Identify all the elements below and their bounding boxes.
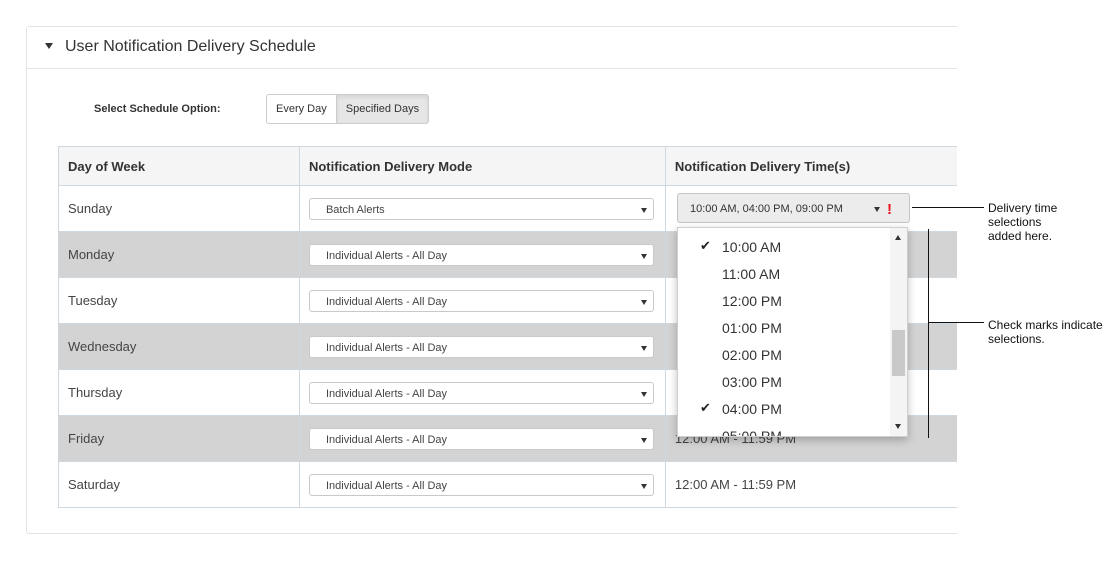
mode-select[interactable]: Individual Alerts - All Day [308,289,654,312]
mode-select[interactable]: Individual Alerts - All Day [308,473,654,496]
time-cell: 12:00 AM - 11:59 PM [664,461,969,508]
delivery-time-select[interactable]: 10:00 AM, 04:00 PM, 09:00 PM ! [677,193,910,223]
chevron-down-icon [640,345,647,351]
mode-cell: Batch Alerts [298,185,666,232]
time-option[interactable]: ✔ 10:00 AM [678,234,888,261]
time-range: 12:00 AM - 11:59 PM [674,477,797,492]
mode-select[interactable]: Individual Alerts - All Day [308,335,654,358]
schedule-option-toggle: Every Day Specified Days [266,94,430,124]
day-cell: Saturday [58,461,300,508]
mode-select-value: Individual Alerts - All Day [325,249,448,262]
panel-header[interactable]: User Notification Delivery Schedule [27,27,987,69]
every-day-button[interactable]: Every Day [266,94,337,124]
delivery-time-dropdown[interactable]: ✔ 10:00 AM 11:00 AM 12:00 PM 01:00 PM 02:… [677,227,908,437]
chevron-down-icon [640,483,647,489]
mode-select[interactable]: Individual Alerts - All Day [308,381,654,404]
chevron-down-icon [640,437,647,443]
table-header-row: Day of Week Notification Delivery Mode N… [58,146,969,186]
mode-cell: Individual Alerts - All Day [298,461,666,508]
schedule-option-label: Select Schedule Option: [94,103,221,115]
chevron-down-icon [640,253,647,259]
column-header-day: Day of Week [58,146,300,186]
mode-select-value: Individual Alerts - All Day [325,295,448,308]
mode-select-value: Batch Alerts [325,203,385,216]
mode-cell: Individual Alerts - All Day [298,369,666,416]
mode-select[interactable]: Batch Alerts [308,197,654,220]
check-icon: ✔ [700,238,711,253]
check-marks-annotation: Check marks indicate selections. [988,318,1103,346]
mode-cell: Individual Alerts - All Day [298,231,666,278]
day-cell: Thursday [58,369,300,416]
specified-days-button[interactable]: Specified Days [336,94,430,124]
time-option[interactable]: ✔ 04:00 PM [678,396,888,423]
chevron-down-icon [874,207,880,212]
table-row: Saturday Individual Alerts - All Day 12:… [58,461,969,508]
page-background [957,20,1118,567]
mode-cell: Individual Alerts - All Day [298,277,666,324]
scroll-up-arrow-icon[interactable] [895,235,901,240]
collapse-caret-icon[interactable] [45,43,53,49]
day-cell: Wednesday [58,323,300,370]
mode-select-value: Individual Alerts - All Day [325,387,448,400]
chevron-down-icon [640,207,647,213]
chevron-down-icon [640,391,647,397]
mode-cell: Individual Alerts - All Day [298,323,666,370]
scroll-down-arrow-icon[interactable] [895,424,901,429]
callout-line [912,207,984,208]
mode-select-value: Individual Alerts - All Day [325,341,448,354]
day-cell: Monday [58,231,300,278]
column-header-time: Notification Delivery Time(s) [664,146,969,186]
day-cell: Sunday [58,185,300,232]
chevron-down-icon [640,299,647,305]
mode-select-value: Individual Alerts - All Day [325,433,448,446]
time-option[interactable]: 11:00 AM [678,261,888,288]
mode-cell: Individual Alerts - All Day [298,415,666,462]
warning-icon: ! [887,201,892,218]
mode-select-value: Individual Alerts - All Day [325,479,448,492]
mode-select[interactable]: Individual Alerts - All Day [308,243,654,266]
dropdown-scrollbar[interactable] [890,228,907,436]
time-option[interactable]: 12:00 PM [678,288,888,315]
check-icon: ✔ [700,400,711,415]
panel-title: User Notification Delivery Schedule [65,38,316,55]
delivery-time-annotation: Delivery time selections added here. [988,201,1058,243]
scroll-thumb[interactable] [892,330,905,376]
time-option[interactable]: 03:00 PM [678,369,888,396]
day-cell: Friday [58,415,300,462]
time-option[interactable]: 05:00 PM [678,423,888,436]
callout-line [929,322,984,323]
callout-bracket [928,229,929,438]
time-option[interactable]: 02:00 PM [678,342,888,369]
mode-select[interactable]: Individual Alerts - All Day [308,427,654,450]
day-cell: Tuesday [58,277,300,324]
time-option[interactable]: 01:00 PM [678,315,888,342]
column-header-mode: Notification Delivery Mode [298,146,666,186]
delivery-time-value: 10:00 AM, 04:00 PM, 09:00 PM [690,203,843,215]
